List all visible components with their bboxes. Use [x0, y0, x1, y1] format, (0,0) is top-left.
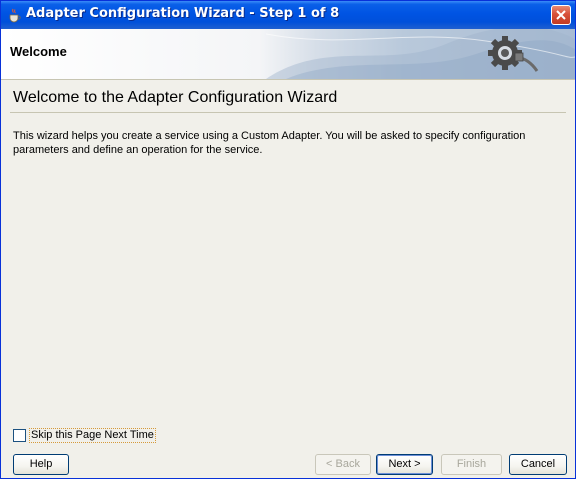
cancel-button[interactable]: Cancel — [509, 454, 567, 475]
wizard-content: Welcome to the Adapter Configuration Wiz… — [1, 79, 575, 478]
help-button[interactable]: Help — [13, 454, 69, 475]
wizard-window: Adapter Configuration Wizard - Step 1 of… — [0, 0, 576, 479]
banner-title: Welcome — [10, 44, 67, 59]
back-button[interactable]: < Back — [315, 454, 371, 475]
page-description: This wizard helps you create a service u… — [13, 130, 526, 156]
heading-divider — [10, 112, 566, 113]
close-button[interactable] — [551, 5, 571, 25]
page-title: Welcome to the Adapter Configuration Wiz… — [13, 89, 338, 106]
window-title: Adapter Configuration Wizard - Step 1 of… — [26, 6, 340, 21]
close-icon — [556, 10, 566, 20]
skip-page-label[interactable]: Skip this Page Next Time — [29, 428, 156, 443]
gear-plug-icon — [488, 36, 539, 72]
skip-page-checkbox[interactable] — [13, 429, 26, 442]
java-cup-icon — [9, 8, 21, 23]
title-bar[interactable]: Adapter Configuration Wizard - Step 1 of… — [1, 1, 575, 29]
finish-button[interactable]: Finish — [441, 454, 502, 475]
wizard-banner: Welcome — [1, 29, 575, 79]
next-button[interactable]: Next > — [376, 454, 433, 475]
